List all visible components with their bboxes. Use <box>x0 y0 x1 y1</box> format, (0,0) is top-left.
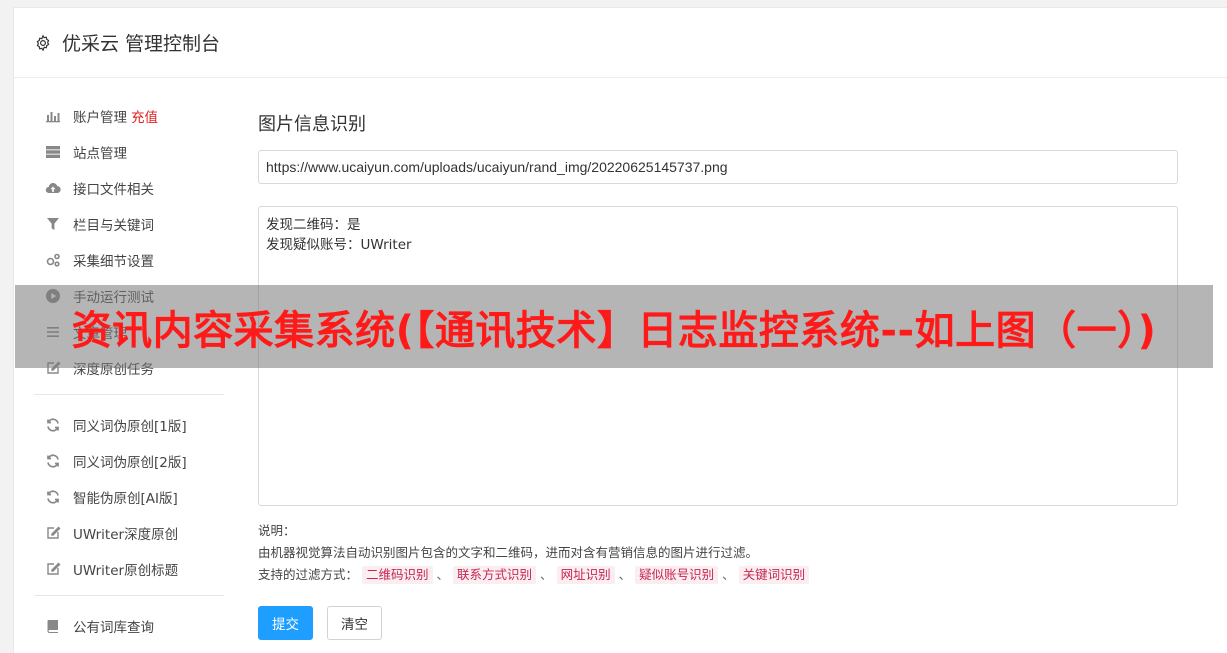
filter-icon <box>44 215 62 233</box>
sidebar-item[interactable]: 采集细节设置 <box>34 242 224 278</box>
button-group: 提交 清空 <box>258 606 1178 640</box>
result-line: 发现二维码：是 <box>266 217 361 233</box>
sidebar-item-label: 采集细节设置 <box>73 254 154 270</box>
book-icon <box>44 617 62 635</box>
sidebar-item[interactable]: 账户管理 充值 <box>34 98 224 134</box>
cogs-icon <box>44 251 62 269</box>
sidebar-item[interactable]: 公有词库查询 <box>34 608 224 644</box>
sidebar-divider <box>34 394 224 395</box>
bar-chart-icon <box>44 107 62 125</box>
filter-tag: 网址识别 <box>556 566 615 584</box>
sidebar: 账户管理充值站点管理接口文件相关栏目与关键词采集细节设置手动运行测试文章管理深度… <box>34 98 224 644</box>
refresh-icon <box>44 452 62 470</box>
overlay-title: 资讯内容采集系统(【通讯技术】日志监控系统--如上图（一）) <box>71 307 1157 354</box>
cloud-upload-icon <box>44 179 62 197</box>
filter-tag: 联系方式识别 <box>453 566 537 584</box>
sidebar-item[interactable]: 同义词伪原创[1版] <box>34 407 224 443</box>
sidebar-item-label: 同义词伪原创[1版] <box>73 419 187 435</box>
sidebar-item[interactable]: UWriter原创标题 <box>34 551 224 587</box>
sidebar-item-label: 公有词库查询 <box>73 620 154 636</box>
edit-icon <box>44 524 62 542</box>
watermark-overlay: 资讯内容采集系统(【通讯技术】日志监控系统--如上图（一）) <box>15 285 1213 368</box>
server-icon <box>44 143 62 161</box>
recharge-link[interactable]: 充值 <box>131 106 158 126</box>
sidebar-item-label: 同义词伪原创[2版] <box>73 455 187 471</box>
sidebar-item[interactable]: 同义词伪原创[2版] <box>34 443 224 479</box>
edit-icon <box>44 560 62 578</box>
sidebar-item[interactable]: 接口文件相关 <box>34 170 224 206</box>
page-title: 优采云 管理控制台 <box>62 33 221 55</box>
sidebar-item[interactable]: 智能伪原创[AI版] <box>34 479 224 515</box>
desc-text: 由机器视觉算法自动识别图片包含的文字和二维码，进而对含有营销信息的图片进行过滤。 <box>258 545 759 560</box>
sidebar-item-label: 站点管理 <box>73 146 127 162</box>
sidebar-item-label: UWriter深度原创 <box>73 527 179 543</box>
filter-tag: 二维码识别 <box>362 566 433 584</box>
refresh-icon <box>44 488 62 506</box>
main-content: 图片信息识别 发现二维码：是 发现疑似账号：UWriter 说明： 由机器视觉算… <box>258 98 1178 640</box>
description: 说明： 由机器视觉算法自动识别图片包含的文字和二维码，进而对含有营销信息的图片进… <box>258 520 1178 586</box>
sidebar-item-label: 接口文件相关 <box>73 182 154 198</box>
filter-separator: 、 <box>618 567 632 582</box>
filter-methods: 支持的过滤方式： 二维码识别、联系方式识别、网址识别、疑似账号识别、关键词识别 <box>258 564 1178 586</box>
header: 优采云 管理控制台 <box>14 8 1227 78</box>
filter-label: 支持的过滤方式： <box>258 567 359 582</box>
sidebar-item-label: 账户管理 <box>73 110 127 126</box>
submit-button[interactable]: 提交 <box>258 606 313 640</box>
sidebar-divider <box>34 595 224 596</box>
clear-button[interactable]: 清空 <box>327 606 382 640</box>
sidebar-item-label: 智能伪原创[AI版] <box>73 491 178 507</box>
desc-label: 说明： <box>258 523 296 538</box>
sidebar-item[interactable]: UWriter深度原创 <box>34 515 224 551</box>
filter-tag: 疑似账号识别 <box>635 566 719 584</box>
filter-separator: 、 <box>722 567 735 582</box>
filter-separator: 、 <box>540 567 553 582</box>
refresh-icon <box>44 416 62 434</box>
filter-tag: 关键词识别 <box>738 566 810 584</box>
sidebar-item-label: UWriter原创标题 <box>73 563 179 579</box>
image-url-input[interactable] <box>258 150 1178 184</box>
sidebar-item-label: 栏目与关键词 <box>73 218 154 234</box>
gear-icon <box>36 34 50 51</box>
sidebar-item[interactable]: 栏目与关键词 <box>34 206 224 242</box>
section-title: 图片信息识别 <box>258 114 366 135</box>
sidebar-item[interactable]: 站点管理 <box>34 134 224 170</box>
result-line: 发现疑似账号：UWriter <box>266 237 412 253</box>
filter-separator: 、 <box>436 567 450 582</box>
